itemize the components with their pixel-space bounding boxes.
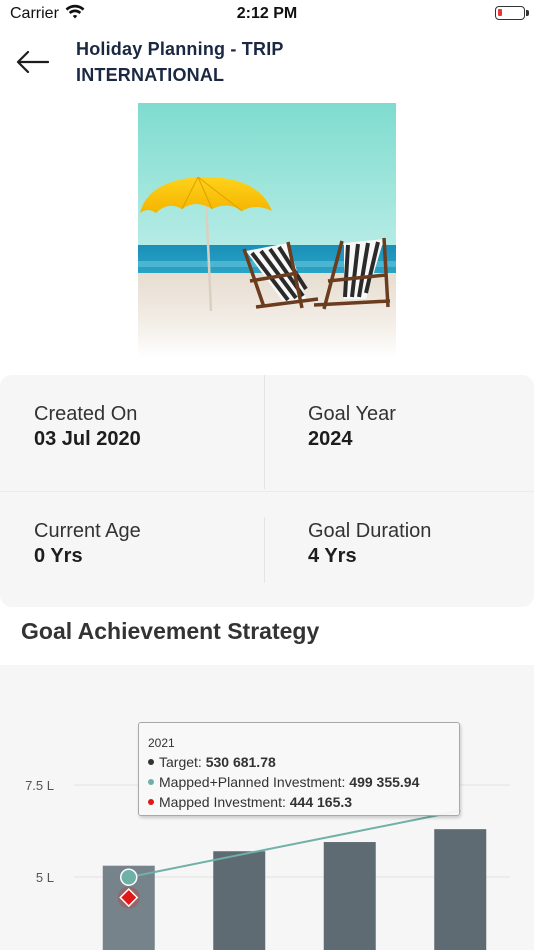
goal-duration-label: Goal Duration — [308, 520, 432, 542]
current-age-cell: Current Age 0 Yrs — [34, 520, 274, 568]
tooltip-label-target: Target: — [159, 754, 202, 770]
tooltip-value-mapped: 444 165.3 — [289, 794, 353, 810]
y-tick-label: 7.5 L — [25, 778, 54, 793]
back-button[interactable] — [12, 44, 52, 80]
page-title: Holiday Planning - TRIP INTERNATIONAL — [76, 39, 284, 85]
tooltip-row-mapped: Mapped Investment: 444 165.3 — [148, 792, 450, 812]
tooltip-dot-mapped-planned — [148, 779, 154, 786]
status-time: 2:12 PM — [236, 5, 298, 22]
goal-info-card: Created On 03 Jul 2020 Goal Year 2024 Cu… — [0, 375, 534, 607]
goal-year-cell: Goal Year 2024 — [308, 403, 534, 451]
tooltip-dot-target — [148, 759, 154, 766]
goal-duration-cell: Goal Duration 4 Yrs — [308, 520, 534, 568]
created-on-label: Created On — [34, 403, 138, 425]
hero-beach-image — [138, 103, 396, 358]
bar-2022 — [213, 851, 266, 950]
tooltip-row-mapped-planned: Mapped+Planned Investment: 499 355.94 — [148, 772, 450, 792]
tooltip-value-mapped-planned: 499 355.94 — [349, 774, 420, 790]
marker-mapped-planned — [120, 868, 138, 886]
tooltip-dot-mapped — [148, 799, 154, 806]
status-bar: Carrier 2:12 PM — [0, 0, 534, 28]
divider — [264, 517, 265, 583]
tooltip-label-mapped: Mapped Investment: — [159, 794, 286, 810]
goal-year-value: 2024 — [308, 428, 353, 450]
current-age-value: 0 Yrs — [34, 545, 83, 567]
line-mapped-planned — [128, 809, 461, 879]
divider — [264, 375, 265, 489]
bar-2024 — [434, 829, 487, 950]
battery-icon — [495, 6, 529, 20]
goal-duration-value: 4 Yrs — [308, 545, 357, 567]
tooltip-label-mapped-planned: Mapped+Planned Investment: — [159, 774, 346, 790]
y-tick-label: 5 L — [36, 870, 54, 885]
tooltip-row-target: Target: 530 681.78 — [148, 752, 450, 772]
divider — [0, 491, 534, 492]
tooltip-value-target: 530 681.78 — [205, 754, 276, 770]
chart-tooltip: 2021 Target: 530 681.78 Mapped+Planned I… — [138, 722, 460, 816]
bar-2023 — [323, 842, 376, 950]
strategy-title: Goal Achievement Strategy — [21, 618, 320, 644]
arrow-left-icon — [16, 50, 49, 74]
current-age-label: Current Age — [34, 520, 141, 542]
tooltip-year: 2021 — [148, 736, 175, 750]
created-on-value: 03 Jul 2020 — [34, 428, 141, 450]
created-on-cell: Created On 03 Jul 2020 — [34, 403, 274, 451]
goal-year-label: Goal Year — [308, 403, 396, 425]
